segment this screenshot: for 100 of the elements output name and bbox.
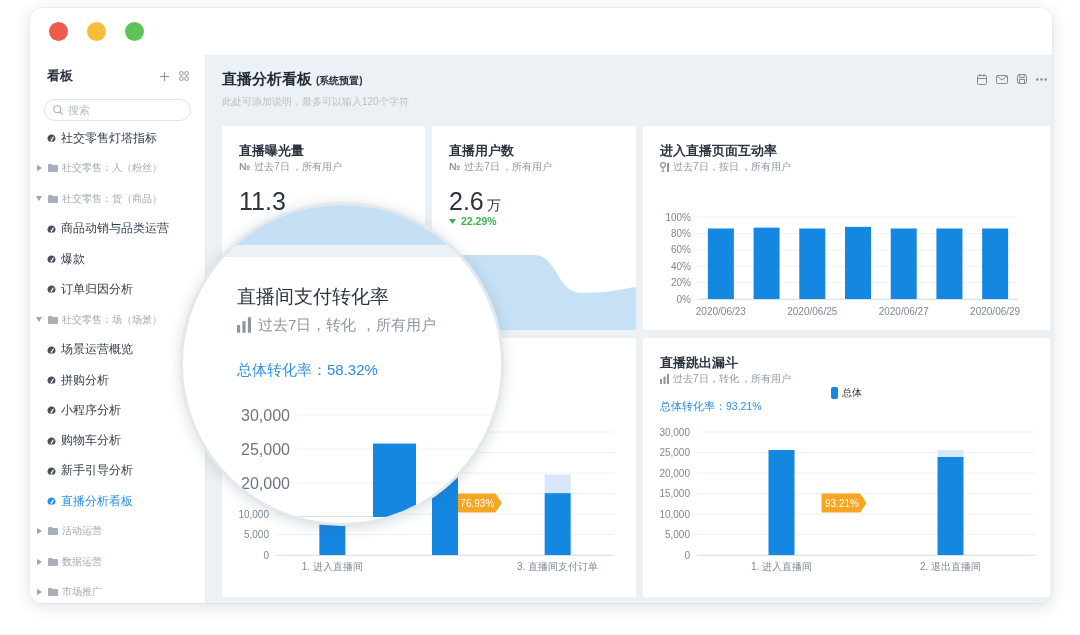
bar (707, 228, 734, 299)
x-axis-label: 2020/06/25 (787, 305, 838, 317)
bar-stub-drawing (319, 524, 346, 555)
y-axis-label: 40% (671, 260, 691, 272)
y-axis-label: 100% (665, 211, 691, 223)
bar (890, 228, 917, 299)
add-icon[interactable] (160, 71, 169, 81)
sidebar-item[interactable]: 爆款 (30, 249, 89, 270)
card-subtitle: 过去7日 ，所有用户 (464, 160, 553, 174)
card-title: 进入直播页面互动率 (660, 143, 777, 159)
bar (753, 227, 780, 299)
bar-chart-icon (660, 374, 669, 384)
card-subtitle: 过去7日 ，所有用户 (254, 160, 343, 174)
sidebar-item[interactable]: 社交零售灯塔指标 (30, 128, 161, 148)
sidebar-title: 看板 (47, 68, 74, 84)
folder-icon (48, 194, 58, 203)
card-subtitle: 过去7日，转化 ，所有用户 (673, 372, 792, 386)
gauge-icon (47, 497, 56, 506)
y-axis-label: 20,000 (241, 474, 290, 492)
y-axis-label: 80% (671, 227, 691, 239)
annotation: 93.21% (825, 497, 860, 509)
x-axis-label: 2. 退出直播间 (919, 560, 982, 572)
number-sign: № (239, 161, 251, 173)
gauge-icon (47, 285, 56, 294)
minimize-button[interactable] (87, 22, 106, 41)
x-axis-label: 1. 进入直播间 (301, 560, 363, 572)
folder-icon (48, 557, 58, 566)
change-percent: 22.29% (461, 215, 497, 227)
y-axis-label: 0 (263, 549, 269, 561)
grid-icon[interactable] (179, 71, 189, 81)
conversion-rate: 总体转化率：93.21% (660, 400, 762, 413)
x-axis-label: 3. 直播间支付订单 (517, 560, 599, 572)
gauge-icon (47, 376, 56, 385)
calendar-icon[interactable] (977, 73, 987, 85)
bar (799, 228, 826, 299)
folder-icon (48, 315, 58, 324)
x-axis-label: 1. 进入直播间 (750, 560, 813, 572)
card-title: 直播曝光量 (239, 143, 304, 159)
card-title: 直播间支付转化率 (237, 285, 389, 309)
card-title: 直播跳出漏斗 (660, 355, 738, 371)
y-axis-label: 25,000 (241, 440, 290, 458)
card-title: 直播用户数 (449, 143, 514, 159)
folder-icon (48, 164, 58, 173)
number-sign: № (449, 161, 461, 173)
save-icon[interactable] (1017, 74, 1027, 84)
sidebar-item[interactable]: 新手引导分析 (30, 460, 137, 481)
zoom-button[interactable] (125, 22, 144, 41)
conversion-tag: 93.21% (821, 493, 867, 513)
gauge-icon (47, 134, 56, 142)
y-axis-label: 25,000 (659, 447, 690, 458)
sidebar-item[interactable]: 购物车分析 (30, 430, 125, 451)
y-axis-label: 0% (676, 293, 691, 305)
x-axis-label: 2020/06/23 (695, 305, 746, 317)
x-axis-label: 2020/06/29 (970, 305, 1021, 317)
gauge-icon (47, 255, 56, 264)
metric-value: 2.6 (449, 187, 484, 215)
sidebar-item[interactable]: 拼购分析 (30, 370, 113, 391)
conversion-tag: 76.93% (456, 493, 502, 513)
y-axis-label: 5,000 (664, 529, 690, 540)
y-axis-label: 10,000 (659, 508, 690, 520)
search-field[interactable]: 搜索 (44, 99, 191, 121)
dashboard-title: 直播分析看板 (222, 69, 312, 89)
sidebar-item[interactable]: 小程序分析 (30, 400, 125, 421)
more-icon[interactable] (1036, 77, 1047, 81)
bar (982, 228, 1009, 299)
sidebar-item[interactable]: 场景运营概览 (30, 339, 137, 360)
card-subtitle: 过去7日，转化 ，所有用户 (258, 315, 436, 335)
y-axis-label: 15,000 (659, 488, 690, 499)
y-axis-label: 10,000 (238, 508, 269, 520)
bar-chart-icon (237, 317, 251, 333)
gauge-icon (47, 224, 56, 233)
sidebar-item[interactable]: 订单归因分析 (30, 279, 137, 300)
gauge-icon (47, 466, 56, 475)
folder-icon (48, 527, 58, 536)
y-axis-label: 30,000 (659, 426, 690, 438)
y-axis-label: 5,000 (243, 529, 269, 540)
metric-unit: 万 (486, 197, 501, 215)
preset-label: (系统预置) (316, 73, 363, 88)
close-button[interactable] (49, 22, 68, 41)
sidebar-item[interactable]: 直播分析看板 (30, 491, 137, 512)
x-axis-label: 2020/06/27 (878, 305, 929, 317)
gauge-icon (47, 345, 56, 354)
y-axis-label: 30,000 (241, 406, 290, 424)
folder-icon (48, 588, 58, 596)
bar (936, 228, 963, 299)
legend-label: 总体 (842, 386, 862, 400)
gauge-icon (47, 406, 56, 415)
y-axis-label: 60% (671, 244, 691, 256)
search-icon (53, 105, 63, 115)
y-axis-label: 20,000 (659, 467, 690, 479)
y-axis-label: 0 (684, 549, 690, 561)
metric-value: 11.3 (239, 187, 286, 215)
gauge-icon (47, 436, 56, 445)
card-subtitle: 过去7日，按日 ，所有用户 (673, 160, 792, 174)
y-axis-label: 20% (671, 277, 691, 289)
mail-icon[interactable] (996, 74, 1008, 84)
conversion-rate: 总体转化率：58.32% (237, 360, 378, 380)
annotation: 76.93% (460, 497, 495, 509)
sidebar-item[interactable]: 商品动销与品类运营 (30, 218, 173, 239)
pin-bar-icon (660, 162, 669, 172)
